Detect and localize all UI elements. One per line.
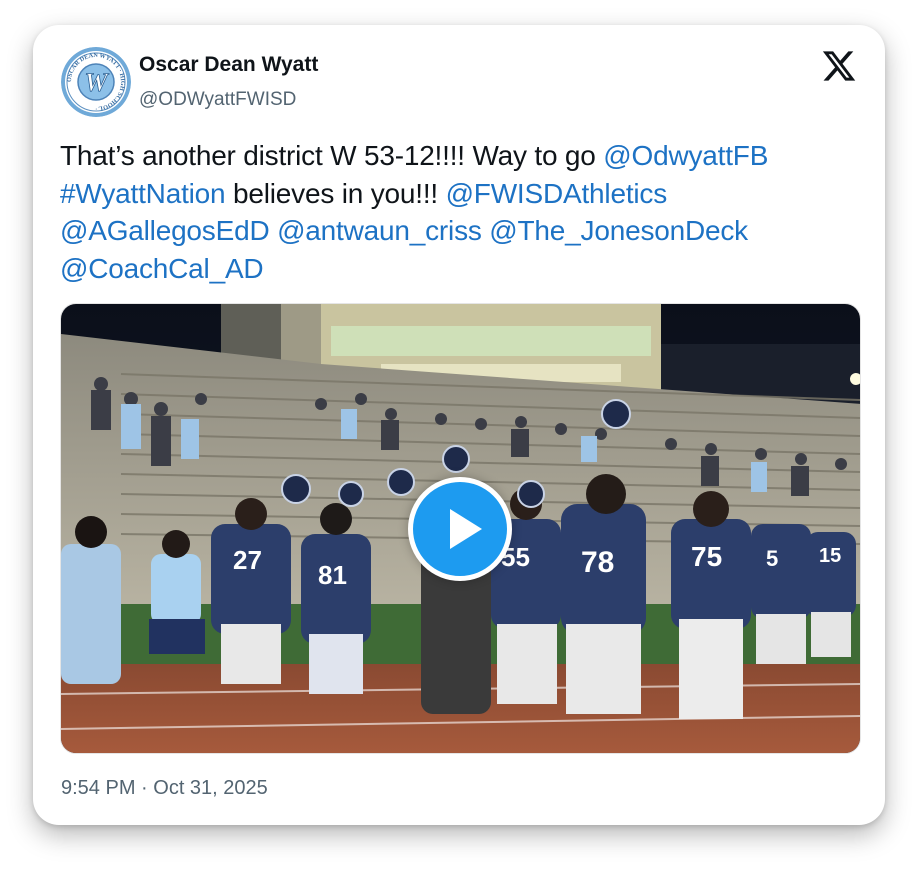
mention-link[interactable]: @FWISDAthletics (446, 178, 668, 209)
jersey-number: 75 (691, 541, 722, 572)
jersey-number: 5 (766, 546, 778, 571)
mention-link[interactable]: @antwaun_criss (277, 215, 482, 246)
play-icon (450, 509, 482, 549)
jersey-number: 78 (581, 546, 614, 579)
user-handle[interactable]: @ODWyattFWISD (139, 89, 296, 111)
jersey-number: 27 (233, 545, 262, 575)
display-name[interactable]: Oscar Dean Wyatt (139, 53, 318, 77)
mention-link[interactable]: @AGallegosEdD (60, 215, 270, 246)
mention-link[interactable]: @The_JonesonDeck (489, 215, 748, 246)
x-logo-icon[interactable] (821, 48, 857, 84)
school-seal-icon: OSCAR DEAN WYATT · HIGH SCHOOL · W (61, 47, 131, 117)
timestamp[interactable]: 9:54 PM · Oct 31, 2025 (61, 777, 268, 800)
tweet-text: That’s another district W 53-12!!!! Way … (60, 137, 860, 287)
play-button[interactable] (408, 477, 512, 581)
mention-link[interactable]: @CoachCal_AD (60, 253, 264, 284)
avatar[interactable]: OSCAR DEAN WYATT · HIGH SCHOOL · W (61, 47, 131, 117)
jersey-number: 81 (318, 560, 347, 590)
video-thumbnail[interactable]: 27 81 55 78 75 15 5 (60, 303, 861, 754)
tweet-text-part: believes in you!!! (225, 177, 446, 209)
jersey-number: 15 (819, 545, 841, 567)
avatar-letter: W (84, 68, 109, 97)
tweet-card: OSCAR DEAN WYATT · HIGH SCHOOL · W Oscar… (33, 25, 885, 825)
tweet-text-part: That’s another district W 53-12!!!! Way … (60, 140, 604, 171)
hashtag-link[interactable]: #WyattNation (60, 178, 226, 209)
mention-link[interactable]: @OdwyattFB (603, 140, 768, 171)
